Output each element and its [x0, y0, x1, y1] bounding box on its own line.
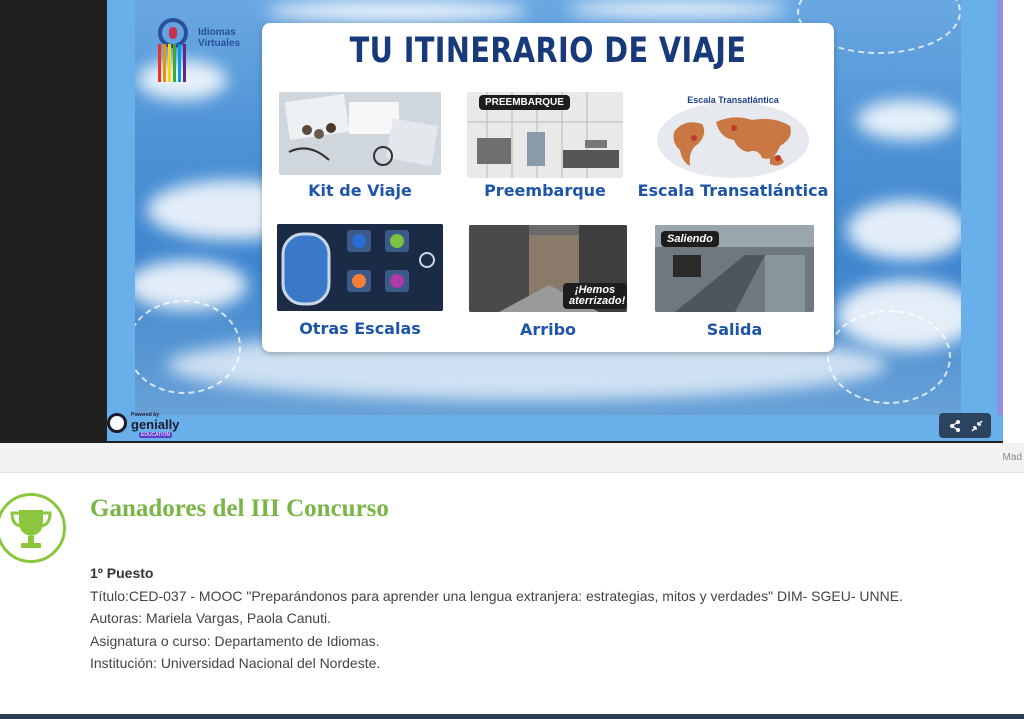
award-institution-line: Institución: Universidad Nacional del No… — [90, 655, 381, 671]
award-heading: Ganadores del III Concurso — [90, 495, 389, 522]
award-course-line: Asignatura o curso: Departamento de Idio… — [90, 632, 380, 649]
share-icon[interactable] — [947, 418, 963, 434]
genially-badge[interactable]: Powered by genially EDUCATION — [107, 411, 187, 439]
dashed-flight-path — [827, 310, 951, 404]
arribo-overlay-label: ¡Hemos aterrizado! — [563, 283, 627, 309]
cloud — [267, 0, 527, 22]
travel-kit-icon — [279, 92, 441, 175]
preembarque-overlay-label: PREEMBARQUE — [479, 95, 570, 110]
bottom-edge — [0, 714, 1024, 719]
tile-label-escala-transatlantica: Escala Transatlántica — [637, 181, 829, 200]
award-details: 1º Puesto Título:CED-037 - MOOC "Prepará… — [90, 562, 903, 675]
genially-logo-icon — [107, 413, 127, 433]
presentation-controls — [939, 413, 991, 438]
arribo-image: ¡Hemos aterrizado! — [469, 225, 627, 312]
airplane-window-icon — [277, 224, 443, 311]
tile-arribo[interactable]: ¡Hemos aterrizado! Arribo — [469, 225, 627, 342]
embed-right-margin — [1003, 0, 1024, 443]
logo-stripes — [156, 44, 192, 82]
genially-brand: genially — [131, 417, 180, 432]
dashed-flight-path — [127, 300, 241, 394]
collapse-icon[interactable] — [969, 418, 985, 434]
escala-transatlantica-overlay-label: Escala Transatlántica — [687, 95, 779, 105]
tile-kit-de-viaje[interactable]: Kit de Viaje — [279, 92, 441, 204]
frame-right — [961, 0, 1003, 441]
salida-overlay-label: Saliendo — [661, 231, 719, 247]
itinerary-card: TU ITINERARIO DE VIAJE Kit de Viaje PREE… — [262, 23, 834, 352]
section-divider-bar: Mad — [0, 443, 1024, 473]
trophy-icon — [10, 510, 52, 548]
otras-escalas-image — [277, 224, 443, 311]
tile-label-salida: Salida — [706, 320, 763, 339]
tile-otras-escalas[interactable]: Otras Escalas — [277, 224, 443, 342]
salida-image: Saliendo — [655, 225, 814, 312]
cloud — [847, 200, 967, 260]
frame-bottom — [107, 415, 1003, 441]
escala-transatlantica-image: Escala Transatlántica — [654, 92, 812, 178]
tile-escala-transatlantica[interactable]: Escala Transatlántica Escala Transatlánt… — [638, 92, 829, 204]
frame-left — [107, 0, 135, 441]
logo-text-line1: Idiomas — [198, 27, 236, 38]
kit-de-viaje-image — [279, 92, 441, 175]
award-place: 1º Puesto — [90, 565, 154, 581]
tile-salida[interactable]: Saliendo Salida — [655, 225, 814, 342]
logo-text-line2: Virtuales — [198, 38, 241, 49]
award-title-line: Título:CED-037 - MOOC "Preparándonos par… — [90, 587, 903, 604]
trophy-badge — [0, 493, 66, 563]
idiomas-virtuales-logo: Idiomas Virtuales — [156, 0, 256, 82]
cloud — [567, 0, 787, 18]
divider-bar-text: Mad — [1002, 452, 1022, 463]
cloud — [857, 100, 957, 140]
preembarque-image: PREEMBARQUE — [467, 92, 623, 178]
itinerary-title: TU ITINERARIO DE VIAJE — [349, 31, 747, 71]
tile-label-preembarque: Preembarque — [484, 181, 606, 200]
genially-edition: EDUCATION — [139, 432, 173, 438]
tile-preembarque[interactable]: PREEMBARQUE Preembarque — [467, 92, 623, 204]
award-authors-line: Autoras: Mariela Vargas, Paola Canuti. — [90, 610, 331, 626]
